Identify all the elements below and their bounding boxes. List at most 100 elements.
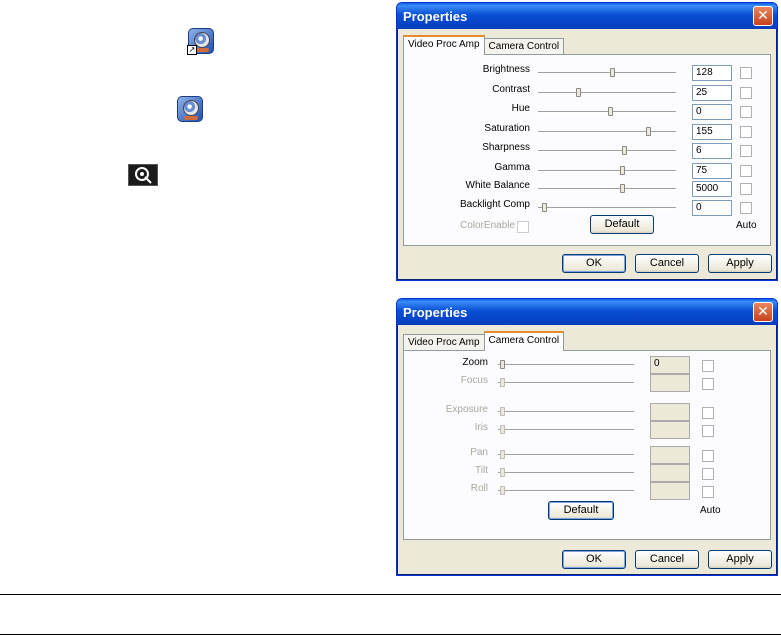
slider-label: Roll bbox=[470, 483, 488, 494]
slider-thumb bbox=[500, 450, 505, 459]
slider-thumb[interactable] bbox=[622, 146, 627, 155]
slider-row: Contrast 25 bbox=[404, 83, 770, 101]
auto-checkbox[interactable] bbox=[740, 126, 752, 138]
color-enable-label: ColorEnable bbox=[460, 220, 516, 231]
slider-thumb[interactable] bbox=[542, 203, 547, 212]
slider-track[interactable] bbox=[538, 68, 676, 77]
value-field bbox=[650, 482, 690, 500]
auto-checkbox[interactable] bbox=[740, 106, 752, 118]
tab-camera-control[interactable]: Camera Control bbox=[483, 38, 565, 55]
tab-video-proc-amp[interactable]: Video Proc Amp bbox=[403, 334, 485, 351]
value-field[interactable]: 5000 bbox=[692, 181, 732, 197]
slider-row: Focus bbox=[404, 372, 770, 392]
webcam-shortcut-icon[interactable]: ↗ bbox=[187, 28, 214, 55]
tab-strip: Video Proc Amp Camera Control bbox=[403, 35, 565, 55]
value-field[interactable]: 128 bbox=[692, 65, 732, 81]
slider-row: Zoom 0 bbox=[404, 354, 770, 374]
slider-thumb[interactable] bbox=[608, 107, 613, 116]
slider-track bbox=[498, 486, 634, 495]
tab-video-proc-amp[interactable]: Video Proc Amp bbox=[403, 35, 485, 55]
slider-row: Pan bbox=[404, 444, 770, 464]
auto-checkbox[interactable] bbox=[740, 165, 752, 177]
slider-label: Brightness bbox=[482, 64, 530, 75]
properties-dialog-camera-control: Properties ✕ Video Proc Amp Camera Contr… bbox=[396, 298, 778, 576]
auto-checkbox[interactable] bbox=[702, 360, 714, 372]
auto-checkbox bbox=[702, 407, 714, 419]
auto-checkbox[interactable] bbox=[740, 87, 752, 99]
slider-label: Hue bbox=[511, 103, 530, 114]
dialog-title: Properties bbox=[403, 304, 468, 320]
slider-label: Gamma bbox=[494, 162, 530, 173]
tab-panel: Brightness 128 Contrast 25 Hue 0 Saturation 155… bbox=[403, 54, 771, 246]
slider-thumb[interactable] bbox=[620, 184, 625, 193]
dialog-titlebar[interactable]: Properties bbox=[397, 3, 777, 29]
auto-checkbox[interactable] bbox=[740, 67, 752, 79]
slider-row: Tilt bbox=[404, 462, 770, 482]
slider-row: Iris bbox=[404, 419, 770, 439]
default-button[interactable]: Default bbox=[590, 215, 654, 234]
value-field[interactable]: 155 bbox=[692, 124, 732, 140]
camera-settings-icon[interactable] bbox=[128, 164, 158, 186]
webcam-app-icon[interactable] bbox=[177, 96, 203, 122]
divider-line bbox=[0, 594, 781, 595]
slider-row: Brightness 128 bbox=[404, 63, 770, 81]
slider-row: Gamma 75 bbox=[404, 161, 770, 179]
close-icon[interactable]: ✕ bbox=[753, 302, 773, 322]
slider-track[interactable] bbox=[538, 88, 676, 97]
slider-row: Saturation 155 bbox=[404, 122, 770, 140]
auto-checkbox[interactable] bbox=[740, 183, 752, 195]
slider-track[interactable] bbox=[498, 360, 634, 369]
slider-thumb bbox=[500, 425, 505, 434]
close-icon[interactable]: ✕ bbox=[753, 6, 773, 26]
slider-thumb[interactable] bbox=[646, 127, 651, 136]
slider-track[interactable] bbox=[538, 166, 676, 175]
apply-button[interactable]: Apply bbox=[708, 254, 772, 273]
auto-checkbox[interactable] bbox=[740, 202, 752, 214]
slider-track[interactable] bbox=[538, 203, 676, 212]
auto-checkbox bbox=[702, 425, 714, 437]
slider-thumb bbox=[500, 486, 505, 495]
slider-label: White Balance bbox=[465, 180, 530, 191]
ok-button[interactable]: OK bbox=[562, 254, 626, 273]
dialog-title: Properties bbox=[403, 8, 468, 24]
value-field[interactable]: 25 bbox=[692, 85, 732, 101]
cancel-button[interactable]: Cancel bbox=[635, 254, 699, 273]
slider-track bbox=[498, 407, 634, 416]
properties-dialog-video-proc-amp: Properties ✕ Video Proc Amp Camera Contr… bbox=[396, 2, 778, 281]
slider-row: Hue 0 bbox=[404, 102, 770, 120]
tab-camera-control[interactable]: Camera Control bbox=[483, 331, 565, 351]
apply-button[interactable]: Apply bbox=[708, 550, 772, 569]
slider-thumb[interactable] bbox=[620, 166, 625, 175]
slider-thumb[interactable] bbox=[610, 68, 615, 77]
value-field[interactable]: 0 bbox=[692, 104, 732, 120]
color-enable-checkbox[interactable] bbox=[517, 221, 529, 233]
slider-label: Focus bbox=[460, 375, 488, 386]
value-field[interactable]: 6 bbox=[692, 143, 732, 159]
slider-track[interactable] bbox=[538, 184, 676, 193]
slider-row: White Balance 5000 bbox=[404, 179, 770, 197]
slider-row: Sharpness 6 bbox=[404, 141, 770, 159]
slider-thumb bbox=[500, 378, 505, 387]
auto-label: Auto bbox=[700, 505, 721, 516]
tab-panel: Zoom 0 Focus Exposure Iris Pan Tilt Roll Defaul… bbox=[403, 350, 771, 540]
slider-track[interactable] bbox=[538, 127, 676, 136]
auto-checkbox bbox=[702, 378, 714, 390]
slider-thumb[interactable] bbox=[500, 360, 505, 369]
dialog-titlebar[interactable]: Properties bbox=[397, 299, 777, 325]
ok-button[interactable]: OK bbox=[562, 550, 626, 569]
default-button[interactable]: Default bbox=[548, 501, 614, 520]
slider-thumb bbox=[500, 468, 505, 477]
value-field[interactable]: 75 bbox=[692, 163, 732, 179]
slider-track[interactable] bbox=[538, 107, 676, 116]
slider-label: Sharpness bbox=[482, 142, 530, 153]
slider-row: Roll bbox=[404, 480, 770, 500]
slider-row: Backlight Comp 0 bbox=[404, 198, 770, 216]
auto-checkbox[interactable] bbox=[740, 145, 752, 157]
slider-label: Backlight Comp bbox=[459, 199, 530, 210]
tab-strip: Video Proc Amp Camera Control bbox=[403, 331, 565, 351]
value-field[interactable]: 0 bbox=[692, 200, 732, 216]
slider-track[interactable] bbox=[538, 146, 676, 155]
cancel-button[interactable]: Cancel bbox=[635, 550, 699, 569]
slider-thumb[interactable] bbox=[576, 88, 581, 97]
auto-label: Auto bbox=[736, 220, 757, 231]
